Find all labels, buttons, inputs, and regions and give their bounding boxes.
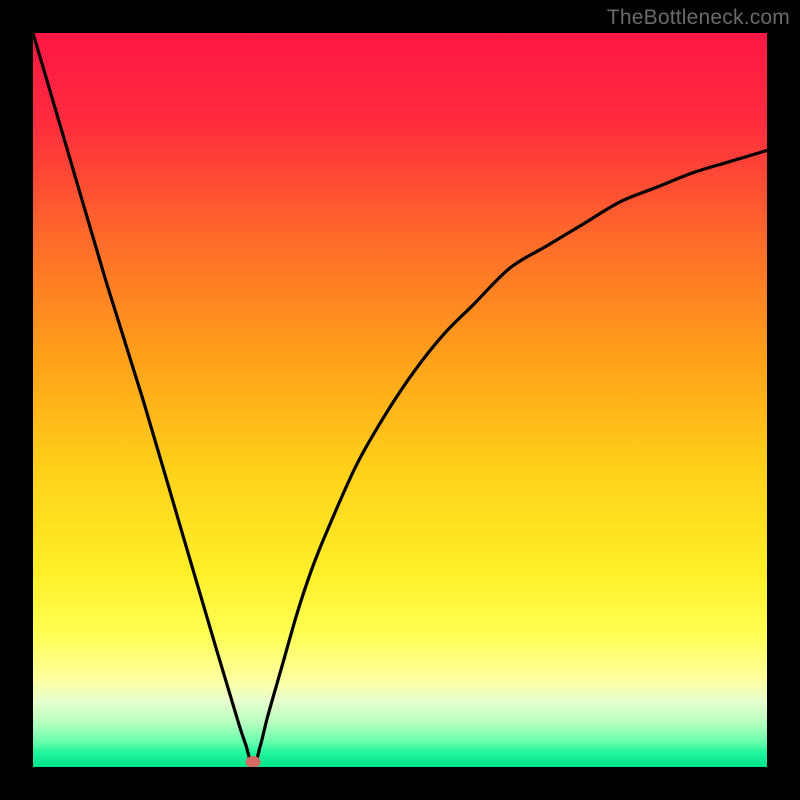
plot-area — [33, 33, 767, 767]
optimal-point-marker — [246, 756, 261, 767]
chart-frame: TheBottleneck.com — [0, 0, 800, 800]
bottleneck-curve — [33, 33, 767, 767]
watermark-text: TheBottleneck.com — [607, 6, 790, 30]
